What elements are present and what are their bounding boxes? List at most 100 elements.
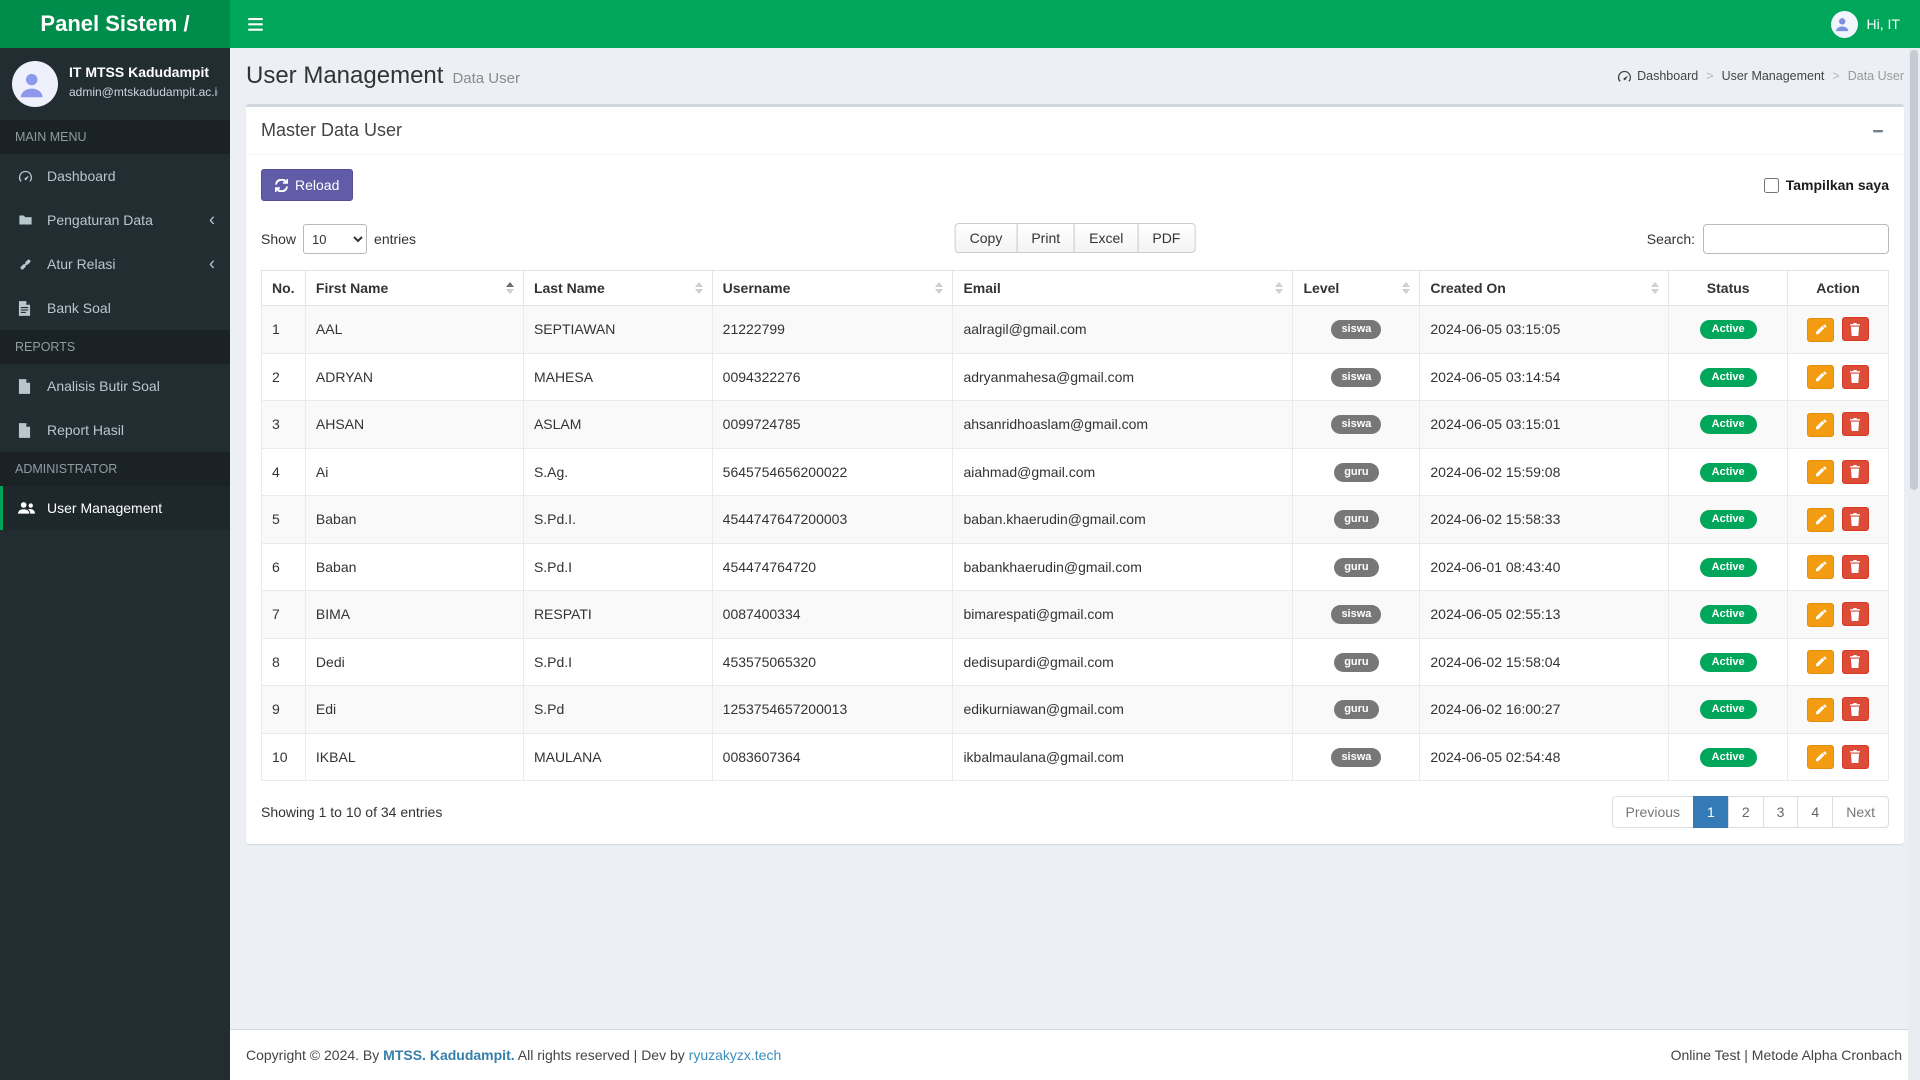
cell-email: bimarespati@gmail.com (952, 590, 1294, 639)
column-header-status: Status (1668, 270, 1789, 306)
status-badge: Active (1699, 462, 1757, 482)
copy-button[interactable]: Copy (954, 223, 1018, 253)
sidebar-section-header-administrator: ADMINISTRATOR (0, 452, 230, 486)
page-title: User Management Data User (246, 62, 520, 89)
cell-no: 8 (261, 637, 306, 686)
delete-button[interactable] (1841, 412, 1869, 436)
user-menu[interactable]: Hi, IT (1825, 0, 1906, 48)
edit-button[interactable] (1807, 650, 1835, 674)
cell-first-name: Edi (304, 685, 524, 734)
delete-button[interactable] (1841, 554, 1869, 579)
breadcrumb-dashboard[interactable]: Dashboard (1637, 69, 1698, 83)
edit-button[interactable] (1807, 745, 1835, 769)
scrollbar-thumb[interactable] (1910, 50, 1918, 490)
sort-icon (1651, 282, 1660, 294)
delete-button[interactable] (1841, 649, 1869, 674)
delete-button[interactable] (1841, 744, 1869, 769)
sidebar-item-pengaturan-data[interactable]: Pengaturan Data ‹ (0, 198, 230, 242)
edit-button[interactable] (1807, 317, 1835, 342)
trash-icon (1849, 512, 1861, 526)
breadcrumb-data-user: Data User (1847, 69, 1904, 83)
status-badge: Active (1699, 605, 1757, 625)
show-me-toggle[interactable]: Tampilkan saya (1763, 177, 1889, 193)
cell-username: 21222799 (711, 305, 954, 354)
column-header-username[interactable]: Username (711, 270, 954, 306)
edit-button[interactable] (1807, 555, 1835, 579)
search-input[interactable] (1703, 224, 1889, 254)
pagination-next[interactable]: Next (1832, 796, 1889, 828)
sort-icon (1402, 282, 1411, 294)
show-me-checkbox[interactable] (1763, 177, 1779, 193)
cell-username: 1253754657200013 (711, 685, 954, 734)
print-button[interactable]: Print (1016, 223, 1076, 253)
table-header-row: No. First Name Last Name Username Email Level… (261, 270, 1889, 306)
breadcrumb-user-management[interactable]: User Management (1722, 69, 1825, 83)
sidebar-item-atur-relasi[interactable]: Atur Relasi ‹ (0, 242, 230, 286)
pagination-page-1[interactable]: 1 (1693, 796, 1729, 828)
status-badge: Active (1699, 415, 1757, 435)
pagination-previous[interactable]: Previous (1611, 796, 1695, 828)
collapse-button[interactable] (1867, 122, 1889, 140)
edit-button[interactable] (1807, 697, 1835, 722)
edit-button[interactable] (1807, 365, 1835, 389)
search-control: Search: (1647, 224, 1889, 254)
page-length-select[interactable]: 10 (303, 224, 368, 254)
table-row: 2 ADRYAN MAHESA 0094322276 adryanmahesa@… (261, 352, 1889, 401)
brand-logo[interactable]: Panel Sistem / (0, 0, 230, 48)
data-table: No. First Name Last Name Username Email Level… (261, 270, 1889, 781)
cell-email: adryanmahesa@gmail.com (952, 352, 1294, 401)
delete-button[interactable] (1841, 317, 1869, 341)
column-header-level[interactable]: Level (1292, 270, 1421, 306)
delete-button[interactable] (1841, 459, 1869, 484)
cell-last-name: S.Pd.I (522, 542, 713, 591)
cell-created-on: 2024-06-02 15:58:04 (1419, 637, 1670, 686)
delete-button[interactable] (1841, 364, 1869, 389)
column-header-last-name[interactable]: Last Name (522, 270, 713, 306)
sidebar-toggle-button[interactable] (230, 0, 280, 48)
edit-button[interactable] (1807, 602, 1835, 627)
dashboard-icon (1617, 69, 1632, 84)
cell-first-name: IKBAL (304, 732, 524, 781)
pagination-page-4[interactable]: 4 (1797, 796, 1834, 828)
delete-button[interactable] (1841, 507, 1869, 531)
cell-no: 10 (261, 732, 306, 781)
cell-first-name: BIMA (304, 590, 524, 639)
cell-email: ikbalmaulana@gmail.com (952, 732, 1294, 781)
excel-button[interactable]: Excel (1074, 223, 1139, 253)
sidebar-item-user-management[interactable]: User Management (0, 486, 230, 530)
pagination-page-3[interactable]: 3 (1762, 796, 1799, 828)
breadcrumb: Dashboard User Management Data User (1617, 69, 1904, 84)
cell-first-name: Dedi (304, 637, 524, 686)
delete-button[interactable] (1841, 697, 1869, 721)
sidebar-item-report-hasil[interactable]: Report Hasil (0, 408, 230, 452)
cell-email: ahsanridhoaslam@gmail.com (952, 400, 1294, 449)
users-icon (18, 501, 38, 515)
scrollbar[interactable] (1908, 48, 1920, 1080)
dev-link[interactable]: ryuzakyzx.tech (689, 1047, 782, 1063)
column-header-email[interactable]: Email (952, 270, 1294, 306)
pagination-page-2[interactable]: 2 (1727, 796, 1764, 828)
trash-icon (1849, 322, 1861, 336)
application-window: Panel Sistem / Hi, IT IT MTSS Kadudampit… (0, 0, 1920, 1080)
pdf-button[interactable]: PDF (1137, 223, 1196, 253)
edit-button[interactable] (1807, 460, 1835, 484)
sidebar-item-bank-soal[interactable]: Bank Soal (0, 286, 230, 330)
delete-button[interactable] (1841, 602, 1869, 626)
edit-button[interactable] (1807, 412, 1835, 437)
sidebar-item-analisis-butir-soal[interactable]: Analisis Butir Soal (0, 364, 230, 408)
top-navbar: Panel Sistem / Hi, IT (0, 0, 1920, 48)
cell-username: 453575065320 (711, 637, 954, 686)
column-header-first-name[interactable]: First Name (304, 270, 524, 306)
sidebar-item-dashboard[interactable]: Dashboard (0, 154, 230, 198)
reload-button[interactable]: Reload (261, 169, 354, 201)
sidebar-section-header-reports: REPORTS (0, 330, 230, 364)
edit-button[interactable] (1807, 507, 1835, 532)
column-header-created-on[interactable]: Created On (1419, 270, 1670, 306)
sort-icon (935, 282, 944, 294)
sidebar-user-email: admin@mtskadudampit.ac.id (69, 85, 218, 99)
table-row: 10 IKBAL MAULANA 0083607364 ikbalmaulana… (261, 732, 1889, 781)
user-greeting: Hi, IT (1866, 16, 1900, 32)
column-header-action: Action (1787, 270, 1889, 306)
user-avatar (1830, 10, 1858, 38)
table-row: 1 AAL SEPTIAWAN 21222799 aalragil@gmail.… (261, 305, 1889, 354)
